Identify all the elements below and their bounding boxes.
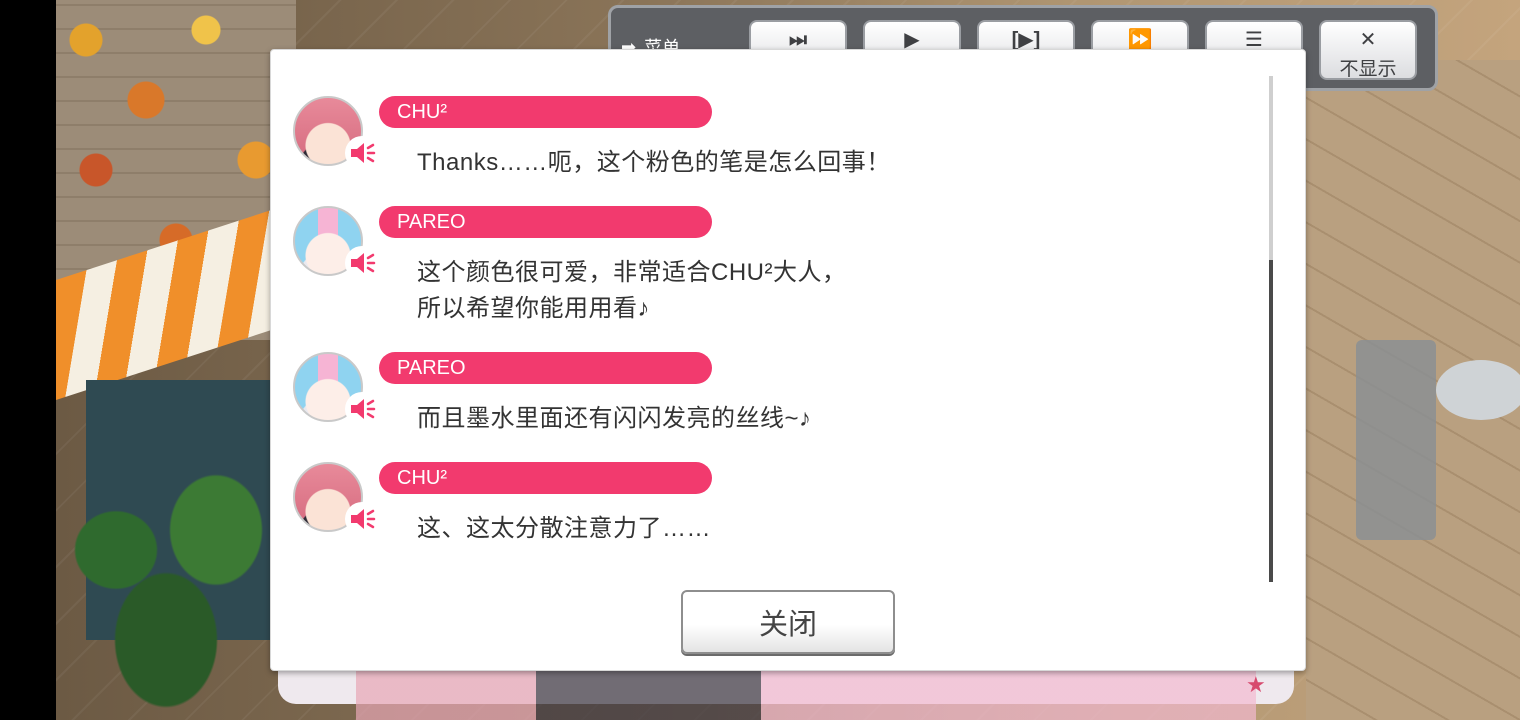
dialogue-log-dialog: CHU² Thanks……呃，这个粉色的笔是怎么回事！ PAREO 这个颜色很可… [270, 49, 1306, 671]
voice-replay-button[interactable] [345, 502, 379, 536]
speaker-icon [351, 143, 376, 163]
dialogue-line: Thanks……呃，这个粉色的笔是怎么回事！ [417, 149, 891, 176]
voice-replay-button[interactable] [345, 136, 379, 170]
close-icon: ✕ [1359, 29, 1377, 51]
background-chair [1356, 340, 1436, 540]
speaker-icon [351, 509, 376, 529]
log-entry: CHU² 这、这太分散注意力了…… [293, 462, 1253, 542]
speaker-name: CHU² [379, 462, 712, 494]
background-plants [56, 470, 296, 720]
log-entry: CHU² Thanks……呃，这个粉色的笔是怎么回事！ [293, 96, 1253, 176]
scrollbar-thumb[interactable] [1269, 260, 1273, 582]
voice-replay-button[interactable] [345, 392, 379, 426]
star-icon: ★ [1246, 672, 1266, 697]
dialogue-line: 这个颜色很可爱，非常适合CHU²大人， [417, 259, 847, 286]
dialogue-line: 这、这太分散注意力了…… [417, 515, 711, 542]
speaker-name: CHU² [379, 96, 712, 128]
hide-ui-button[interactable]: ✕ 不显示 [1319, 20, 1417, 80]
dialogue-line: 而且墨水里面还有闪闪发亮的丝线~♪ [417, 405, 812, 432]
background-table [1436, 360, 1520, 420]
dialogue-log-list[interactable]: CHU² Thanks……呃，这个粉色的笔是怎么回事！ PAREO 这个颜色很可… [271, 50, 1271, 590]
dialogue-line: 所以希望你能用用看♪ [417, 295, 650, 322]
speaker-name: PAREO [379, 352, 712, 384]
voice-replay-button[interactable] [345, 246, 379, 280]
speaker-icon [351, 253, 376, 273]
speaker-icon [351, 399, 376, 419]
speaker-name: PAREO [379, 206, 712, 238]
log-entry: PAREO 这个颜色很可爱，非常适合CHU²大人， 所以希望你能用用看♪ [293, 206, 1253, 322]
close-button[interactable]: 关闭 [681, 590, 895, 654]
hide-ui-label: 不显示 [1339, 59, 1397, 80]
log-entry: PAREO 而且墨水里面还有闪闪发亮的丝线~♪ [293, 352, 1253, 432]
